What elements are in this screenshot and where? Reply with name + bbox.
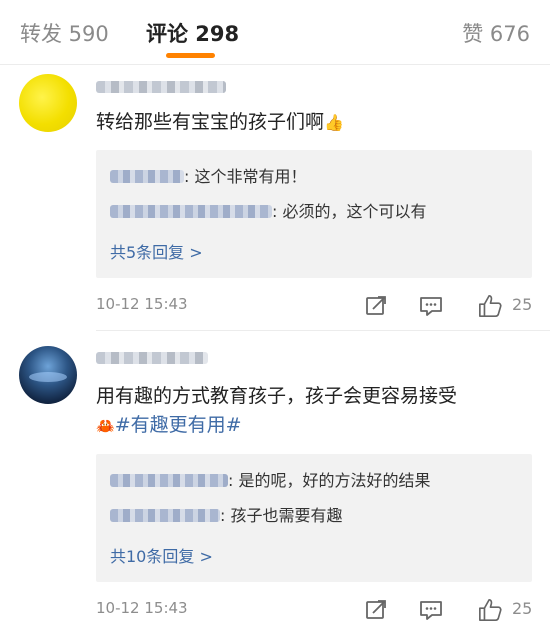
comment-meta: 10-12 15:43 25 [96,598,532,622]
topic-link[interactable]: #有趣更有用# [115,414,242,436]
timestamp: 10-12 15:43 [96,295,188,313]
reply-item[interactable]: : 是的呢，好的方法好的结果 [110,470,430,492]
active-tab-indicator [166,53,215,58]
comment-text-content: 用有趣的方式教育孩子，孩子会更容易接受 [96,385,458,407]
reply-username-blurred[interactable] [110,473,228,487]
tab-bar: 转发 590 评论 298 赞 676 [0,0,550,64]
reply-box: : 这个非常有用！ : 必须的，这个可以有 共5条回复 > [96,150,532,278]
reply-text: : 这个非常有用！ [184,167,307,186]
reply-username-blurred[interactable] [110,508,220,522]
avatar[interactable] [19,74,77,132]
comment-text: 用有趣的方式教育孩子，孩子会更容易接受 [96,382,457,410]
divider [0,64,550,65]
reply-item[interactable]: : 必须的，这个可以有 [110,201,426,223]
reply-text: : 必须的，这个可以有 [272,202,427,221]
comment-topic-line: 🦀#有趣更有用# [96,411,242,440]
reply-text: : 是的呢，好的方法好的结果 [228,471,431,490]
divider [96,330,550,331]
reply-item[interactable]: : 孩子也需要有趣 [110,505,342,527]
share-icon[interactable] [364,598,388,622]
timestamp: 10-12 15:43 [96,599,188,617]
reply-username-blurred[interactable] [110,204,272,218]
reply-icon[interactable] [418,598,444,622]
comment-text: 转给那些有宝宝的孩子们啊👍 [96,108,344,137]
avatar[interactable] [19,346,77,404]
username-blurred[interactable] [96,81,226,93]
reply-text: : 孩子也需要有趣 [220,506,343,525]
tab-like[interactable]: 赞 676 [462,18,530,48]
reply-username-blurred[interactable] [110,169,184,183]
like-count: 25 [512,599,533,618]
reply-item[interactable]: : 这个非常有用！ [110,166,306,188]
reply-icon[interactable] [418,294,444,318]
reply-box: : 是的呢，好的方法好的结果 : 孩子也需要有趣 共10条回复 > [96,454,532,582]
like-icon[interactable] [476,294,504,318]
more-replies-link[interactable]: 共5条回复 > [110,239,203,263]
tab-repost[interactable]: 转发 590 [20,18,109,48]
share-icon[interactable] [364,294,388,318]
crab-icon: 🦀 [96,417,115,435]
like-count: 25 [512,295,533,314]
more-replies-link[interactable]: 共10条回复 > [110,543,213,567]
comment-meta: 10-12 15:43 25 [96,294,532,318]
username-blurred[interactable] [96,352,208,364]
comment-text-content: 转给那些有宝宝的孩子们啊 [96,111,325,133]
thumbs-up-icon: 👍 [324,113,344,132]
like-icon[interactable] [476,598,504,622]
